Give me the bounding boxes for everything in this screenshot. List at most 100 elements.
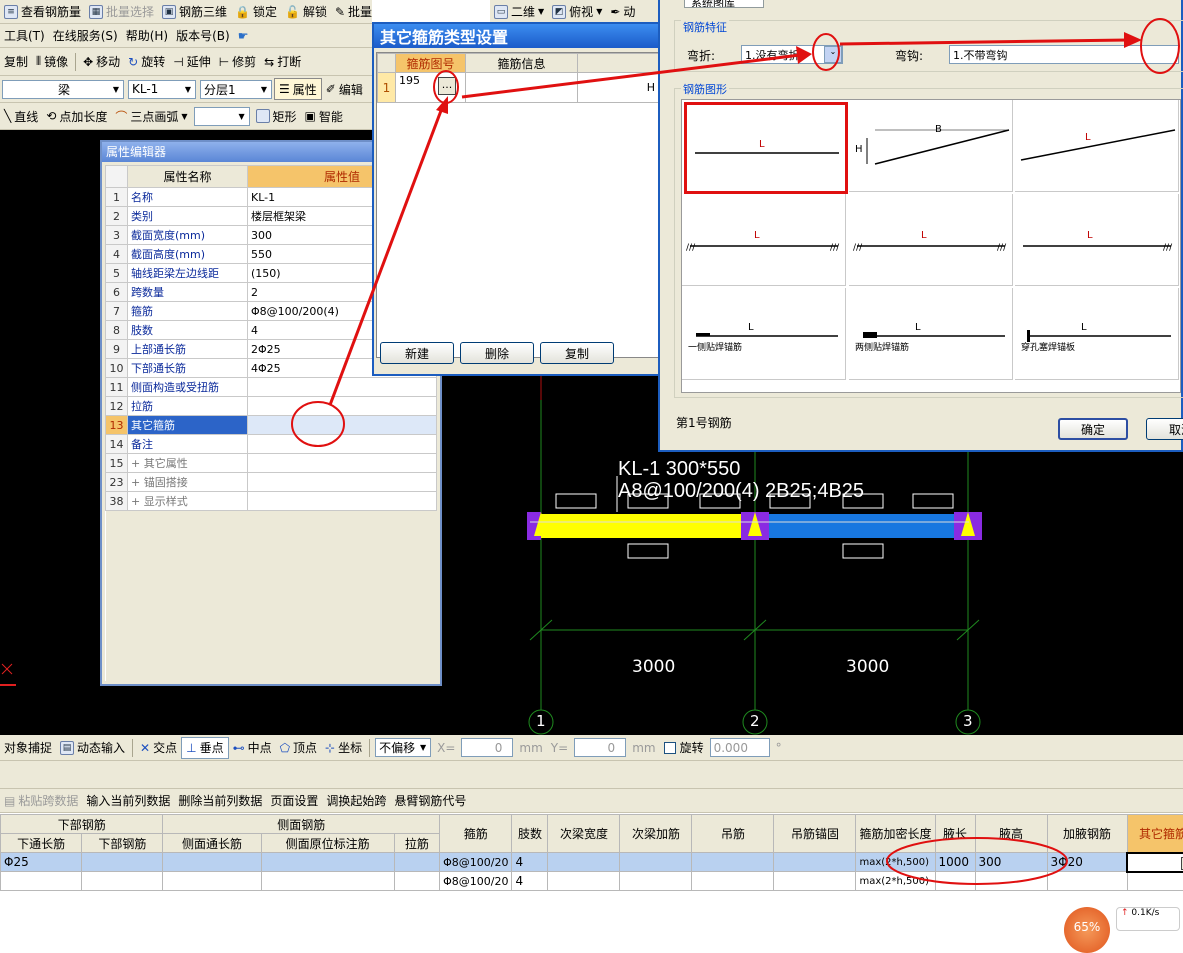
object-snap-button[interactable]: 对象捕捉 [0, 737, 56, 759]
shape-bent-offset[interactable]: B H [849, 100, 1013, 192]
property-name[interactable]: 名称 [128, 188, 248, 207]
rotate-button[interactable]: ↻旋转 [124, 51, 169, 73]
cell-haunch-height[interactable]: 300 [975, 853, 1047, 872]
cell[interactable] [163, 853, 261, 872]
menu-version[interactable]: 版本号(B) [172, 25, 234, 47]
arc3-button[interactable]: ⌒三点画弧▼ [111, 105, 191, 127]
shape-straight[interactable]: L [684, 102, 848, 194]
cell[interactable] [394, 872, 439, 891]
ok-button[interactable]: 确定 [1058, 418, 1128, 440]
smart-button[interactable]: ▣智能 [301, 105, 347, 127]
paste-span-button[interactable]: ▤粘贴跨数据 [0, 790, 82, 812]
shape-anchor-two-side[interactable]: L 两侧贴焊锚筋 [849, 288, 1013, 380]
property-name[interactable]: 下部通长筋 [128, 359, 248, 378]
cell-haunch-length[interactable]: 1000 [935, 853, 975, 872]
property-row[interactable]: 12拉筋 [106, 397, 437, 416]
arc-option-select[interactable]: ▼ [194, 107, 250, 126]
copy-stirrup-button[interactable]: 复制 [540, 342, 614, 364]
offset-select[interactable]: 不偏移▼ [375, 738, 431, 757]
menu-help[interactable]: 帮助(H) [122, 25, 172, 47]
cell[interactable] [692, 872, 774, 891]
property-name[interactable]: 截面高度(mm) [128, 245, 248, 264]
new-button[interactable]: 新建 [380, 342, 454, 364]
batch-delete-button[interactable]: ✎批量删除未使用构件 [331, 1, 372, 23]
element-name-select[interactable]: KL-1▼ [128, 80, 196, 99]
point-length-button[interactable]: ⟲点加长度 [42, 105, 111, 127]
property-name[interactable]: 上部通长筋 [128, 340, 248, 359]
input-column-button[interactable]: 输入当前列数据 [82, 790, 174, 812]
lock-button[interactable]: 🔒锁定 [231, 1, 281, 23]
hook-select[interactable]: 1.不带弯钩 [949, 45, 1179, 64]
shape-anchor-plate[interactable]: L 穿孔塞焊锚板 [1015, 288, 1179, 380]
property-value[interactable] [248, 416, 437, 435]
cell[interactable] [975, 872, 1047, 891]
trim-button[interactable]: ⊢修剪 [215, 51, 260, 73]
cell-bottom-through[interactable]: Φ25 [1, 853, 82, 872]
rebar3d-button[interactable]: ▣钢筋三维 [158, 1, 231, 23]
property-name[interactable]: 拉筋 [128, 397, 248, 416]
property-row[interactable]: 38+ 显示样式 [106, 492, 437, 511]
dynamic-button[interactable]: ✒动 [606, 1, 639, 23]
cell[interactable] [1, 872, 82, 891]
table-row[interactable]: Φ8@100/20 4 max(2*h,500) [1, 872, 1183, 891]
layer-select[interactable]: 分层1▼ [200, 80, 272, 99]
cell[interactable] [935, 872, 975, 891]
cell[interactable] [1127, 872, 1183, 891]
property-value[interactable] [248, 397, 437, 416]
cell[interactable] [620, 872, 692, 891]
stirrup-row-shape[interactable]: 195 ... [396, 73, 466, 103]
library-tab[interactable]: 系统图库 [684, 0, 764, 8]
x-input[interactable]: 0 [461, 738, 513, 757]
property-value[interactable] [248, 454, 437, 473]
property-value[interactable] [248, 492, 437, 511]
rect-button[interactable]: 矩形 [252, 105, 301, 127]
cell[interactable] [774, 872, 856, 891]
property-value[interactable] [248, 378, 437, 397]
edit-button[interactable]: ✐编辑 [322, 78, 367, 100]
property-name[interactable]: 备注 [128, 435, 248, 454]
extend-button[interactable]: ⊣延伸 [169, 51, 214, 73]
unlock-button[interactable]: 🔓解锁 [281, 1, 331, 23]
batch-select-button[interactable]: ▦批量选择 [85, 1, 158, 23]
property-name[interactable]: 箍筋 [128, 302, 248, 321]
top-view-button[interactable]: ◩俯视▼ [548, 1, 606, 23]
property-name[interactable]: + 锚固搭接 [128, 473, 248, 492]
dynamic-input-button[interactable]: ▤动态输入 [56, 737, 129, 759]
copy-button[interactable]: 复制 [0, 51, 32, 73]
cell-dense-length[interactable]: max(2*h,500) [856, 872, 935, 891]
cancel-button[interactable]: 取消 [1146, 418, 1183, 440]
cell[interactable] [620, 853, 692, 872]
shape-anchor-one-side[interactable]: L 一侧贴焊锚筋 [682, 288, 846, 380]
vertex-button[interactable]: ⬠顶点 [276, 737, 321, 759]
cell[interactable] [261, 853, 394, 872]
cell[interactable] [163, 872, 261, 891]
stirrup-ellipsis-button[interactable]: ... [438, 77, 456, 95]
element-type-select[interactable]: 梁▼ [2, 80, 124, 99]
property-name[interactable]: 截面宽度(mm) [128, 226, 248, 245]
delete-column-button[interactable]: 删除当前列数据 [174, 790, 266, 812]
cantilever-code-button[interactable]: 悬臂钢筋代号 [390, 790, 470, 812]
cell-legs[interactable]: 4 [512, 853, 548, 872]
cell-other-stirrup[interactable]: ... [1127, 853, 1183, 872]
property-row[interactable]: 14备注 [106, 435, 437, 454]
perpendicular-button[interactable]: ⊥垂点 [181, 737, 228, 759]
cell[interactable] [394, 853, 439, 872]
cell-stirrup[interactable]: Φ8@100/20 [440, 853, 512, 872]
property-value[interactable] [248, 435, 437, 454]
help-icon[interactable]: ☛ [234, 25, 253, 47]
cell[interactable] [774, 853, 856, 872]
cell[interactable] [261, 872, 394, 891]
property-row[interactable]: 11侧面构造或受扭筋 [106, 378, 437, 397]
cell[interactable] [548, 872, 620, 891]
rotate-angle-input[interactable]: 0.000 [710, 738, 770, 757]
property-button[interactable]: ☰属性 [274, 78, 322, 100]
menu-tools[interactable]: 工具(T) [0, 25, 49, 47]
cell-haunch-rebar[interactable]: 3Φ20 [1047, 853, 1127, 872]
shape-straight-hatched-2[interactable]: ////// L [849, 194, 1013, 286]
property-name[interactable]: + 其它属性 [128, 454, 248, 473]
delete-button[interactable]: 删除 [460, 342, 534, 364]
stirrup-row-info[interactable] [466, 73, 578, 103]
table-row[interactable]: Φ25 Φ8@100/20 4 max(2*h,500) 1000 300 3Φ… [1, 853, 1183, 872]
cell[interactable] [82, 872, 163, 891]
cell[interactable] [1047, 872, 1127, 891]
